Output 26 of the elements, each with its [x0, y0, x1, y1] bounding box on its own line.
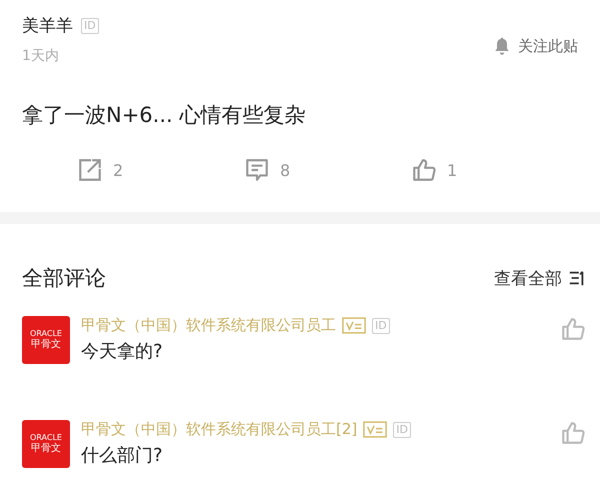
logo-text: 甲骨文 [31, 443, 61, 455]
logo-text: ORACLE [30, 329, 62, 338]
post-time: 1天内 [22, 47, 60, 65]
logo-text: 甲骨文 [31, 339, 61, 351]
comment-icon [244, 157, 270, 183]
thumbs-up-icon [560, 316, 586, 342]
section-title: 全部评论 [22, 265, 106, 292]
share-button[interactable]: 2 [77, 157, 244, 183]
logo-text: ORACLE [30, 433, 62, 442]
id-badge: ID [372, 318, 390, 334]
share-icon [77, 157, 103, 183]
id-badge: ID [81, 18, 99, 34]
avatar[interactable]: ORACLE 甲骨文 [22, 420, 70, 468]
thumbs-up-icon [411, 157, 437, 183]
author-name[interactable]: 美羊羊 [22, 14, 73, 37]
post-text: 拿了一波N+6... 心情有些复杂 [22, 102, 306, 129]
like-button[interactable]: 1 [411, 157, 578, 183]
comment-text: 什么部门? [81, 444, 164, 467]
comment-text: 今天拿的? [81, 340, 164, 363]
follow-button[interactable]: 关注此贴 [492, 36, 578, 56]
comment-button[interactable]: 8 [244, 157, 411, 183]
id-badge: ID [393, 422, 411, 438]
sort-icon [568, 269, 586, 287]
avatar[interactable]: ORACLE 甲骨文 [22, 316, 70, 364]
thumbs-up-icon [560, 420, 586, 446]
view-all-button[interactable]: 查看全部 [494, 266, 586, 290]
